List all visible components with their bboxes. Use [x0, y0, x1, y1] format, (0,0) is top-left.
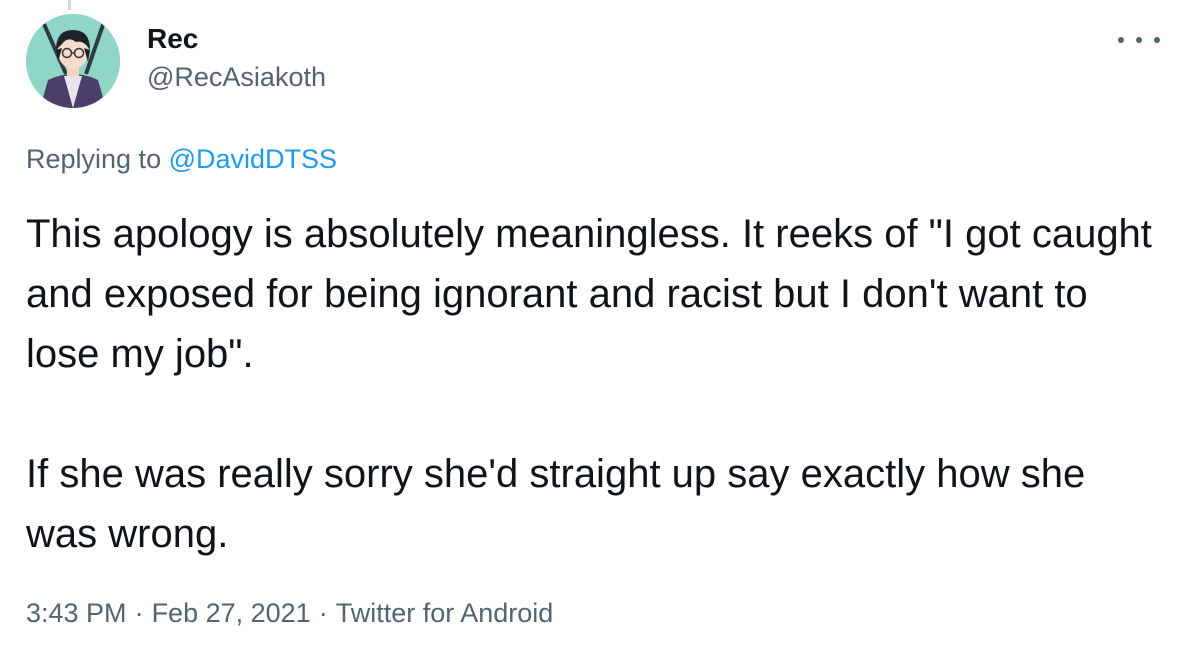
more-icon-dot: [1136, 37, 1142, 43]
meta-separator: ·: [318, 598, 328, 628]
avatar-image: [26, 14, 120, 108]
avatar[interactable]: [26, 14, 120, 108]
tweet-date[interactable]: Feb 27, 2021: [152, 598, 311, 628]
tweet-meta: 3:43 PM · Feb 27, 2021 · Twitter for Android: [26, 596, 553, 630]
replying-to: Replying to @DavidDTSS: [26, 142, 337, 176]
tweet-time[interactable]: 3:43 PM: [26, 598, 127, 628]
tweet-text: This apology is absolutely meaningless. …: [26, 204, 1156, 564]
reply-mention-link[interactable]: @DavidDTSS: [169, 144, 337, 174]
tweet-paragraph: If she was really sorry she'd straight u…: [26, 452, 1097, 556]
more-icon[interactable]: [1118, 28, 1160, 52]
tweet: Rec @RecAsiakoth Replying to @DavidDTSS …: [0, 0, 1188, 658]
thread-connector-line: [68, 0, 71, 10]
author-handle[interactable]: @RecAsiakoth: [147, 60, 326, 94]
replying-to-label: Replying to: [26, 144, 169, 174]
meta-separator: ·: [134, 598, 144, 628]
tweet-paragraph: This apology is absolutely meaningless. …: [26, 212, 1164, 376]
tweet-source[interactable]: Twitter for Android: [336, 598, 554, 628]
author-name[interactable]: Rec: [147, 22, 198, 56]
more-icon-dot: [1154, 37, 1160, 43]
more-icon-dot: [1118, 37, 1124, 43]
